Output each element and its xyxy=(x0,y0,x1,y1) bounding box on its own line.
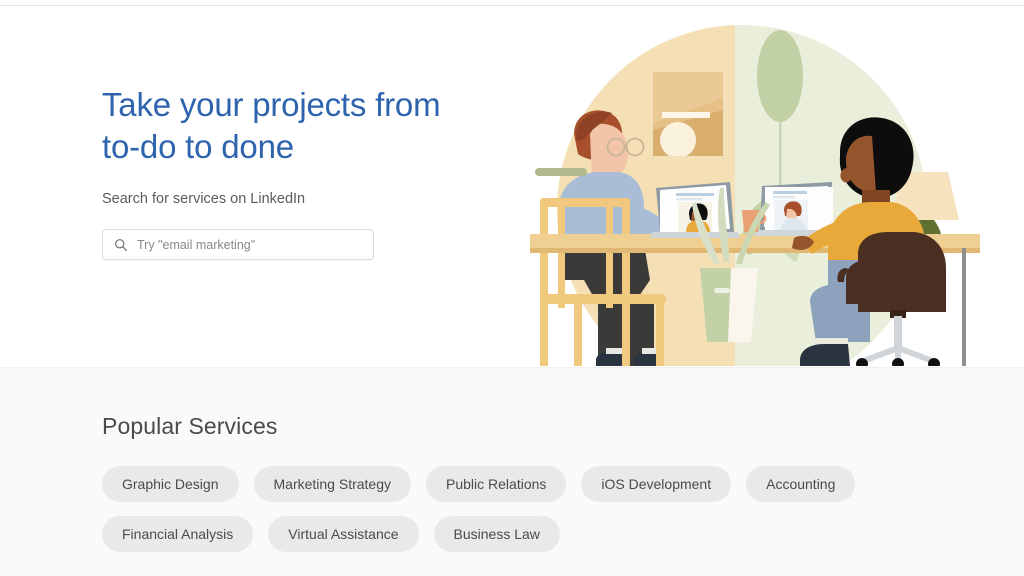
service-chip-business-law[interactable]: Business Law xyxy=(433,516,560,552)
service-chip-accounting[interactable]: Accounting xyxy=(746,466,856,502)
page-root: Take your projects from to-do to done Se… xyxy=(0,0,1024,576)
page-title: Take your projects from to-do to done xyxy=(102,86,441,165)
service-chip-graphic-design[interactable]: Graphic Design xyxy=(102,466,239,502)
search-box[interactable] xyxy=(102,229,374,260)
popular-services-inner: Popular Services Graphic Design Marketin… xyxy=(102,413,932,566)
service-chip-marketing-strategy[interactable]: Marketing Strategy xyxy=(253,466,411,502)
service-chip-rows: Graphic Design Marketing Strategy Public… xyxy=(102,466,932,552)
hero-illustration xyxy=(510,12,1024,367)
popular-services-title: Popular Services xyxy=(102,413,278,439)
service-chip-row-2: Financial Analysis Virtual Assistance Bu… xyxy=(102,516,932,552)
service-chip-ios-development[interactable]: iOS Development xyxy=(581,466,732,502)
service-chip-row-1: Graphic Design Marketing Strategy Public… xyxy=(102,466,932,502)
service-chip-virtual-assistance[interactable]: Virtual Assistance xyxy=(268,516,419,552)
hero-section: Take your projects from to-do to done Se… xyxy=(0,6,1024,367)
hero-copy: Take your projects from to-do to done Se… xyxy=(102,84,502,260)
hero-subtitle: Search for services on LinkedIn xyxy=(102,191,306,207)
search-icon xyxy=(114,238,128,252)
popular-services-section: Popular Services Graphic Design Marketin… xyxy=(0,367,1024,576)
service-chip-public-relations[interactable]: Public Relations xyxy=(426,466,567,502)
search-input[interactable] xyxy=(137,230,365,259)
service-chip-financial-analysis[interactable]: Financial Analysis xyxy=(102,516,254,552)
